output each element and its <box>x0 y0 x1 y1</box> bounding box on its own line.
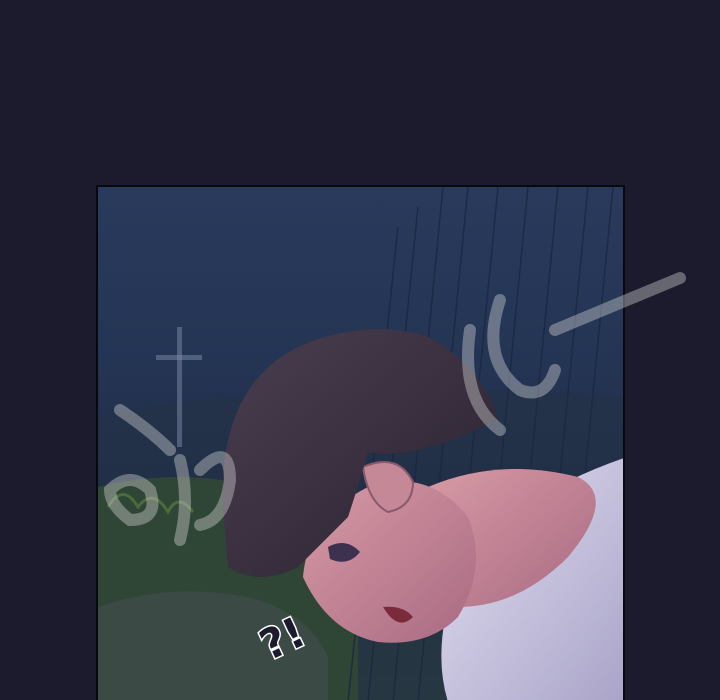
panel-artwork <box>98 187 623 700</box>
comic-panel <box>96 185 625 700</box>
cross-post <box>177 327 182 447</box>
exclamation-icon: ?! <box>256 606 314 667</box>
sound-effect-text: ?! <box>256 607 313 667</box>
cross-bar <box>156 355 202 360</box>
